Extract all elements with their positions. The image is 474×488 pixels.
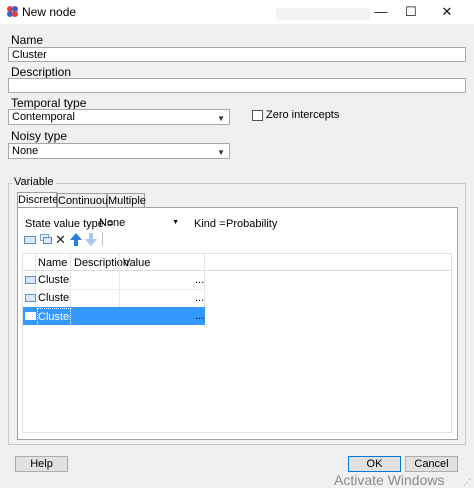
chevron-down-icon: ▼ — [217, 114, 225, 123]
name-label: Name — [11, 33, 44, 47]
kind-value: Probability — [226, 218, 278, 230]
state-icon — [25, 312, 36, 320]
row-value-button[interactable]: ... — [195, 289, 204, 307]
column-header-description[interactable]: Description — [74, 257, 129, 269]
app-icon — [7, 6, 18, 17]
move-down-icon[interactable] — [85, 233, 97, 246]
temporal-type-value: Contemporal — [12, 111, 75, 123]
chevron-down-icon: ▼ — [217, 148, 225, 157]
resize-grip-icon[interactable]: ⋰ — [463, 478, 471, 487]
help-button[interactable]: Help — [15, 456, 68, 472]
tab-discrete[interactable]: Discrete — [17, 192, 58, 208]
row-name[interactable]: Cluster1 — [38, 271, 70, 289]
zero-intercepts-label: Zero intercepts — [266, 109, 340, 121]
noisy-type-value: None — [12, 145, 39, 157]
minimize-button[interactable]: — — [366, 0, 396, 24]
name-field[interactable]: Cluster — [8, 47, 466, 62]
zero-intercepts-checkbox[interactable] — [252, 110, 263, 121]
delete-icon[interactable]: ✕ — [55, 232, 66, 248]
temporal-type-select[interactable]: Contemporal ▼ — [8, 109, 230, 125]
move-up-icon[interactable] — [70, 233, 82, 246]
copy-state-icon[interactable] — [40, 234, 52, 245]
row-value-button[interactable]: ... — [195, 307, 204, 325]
state-icon — [25, 294, 36, 302]
noisy-type-select[interactable]: None ▼ — [8, 143, 230, 159]
title-bar-blur — [276, 8, 370, 20]
maximize-button[interactable]: ☐ — [396, 0, 426, 24]
window-title: New node — [22, 5, 77, 19]
state-value-type-value: None — [99, 217, 126, 229]
description-field[interactable] — [8, 78, 466, 93]
column-header-name[interactable]: Name — [38, 257, 67, 269]
state-icon — [25, 276, 36, 284]
close-button[interactable]: ✕ — [432, 0, 462, 24]
cancel-button[interactable]: Cancel — [405, 456, 458, 472]
variable-group-label: Variable — [12, 176, 56, 188]
description-label: Description — [11, 65, 72, 79]
toolbar-separator — [102, 233, 103, 246]
column-header-value[interactable]: Value — [123, 257, 150, 269]
add-state-icon[interactable] — [24, 234, 36, 245]
row-name[interactable]: Cluster2 — [38, 289, 70, 307]
state-value-type-select[interactable]: None ▼ — [97, 216, 182, 230]
temporal-type-label: Temporal type — [11, 96, 87, 110]
row-name[interactable]: Cluster3 — [37, 308, 71, 326]
noisy-type-label: Noisy type — [11, 129, 68, 143]
chevron-down-icon: ▼ — [172, 219, 179, 226]
activate-windows-watermark: Activate Windows — [334, 472, 445, 488]
kind-label: Kind = — [194, 218, 226, 230]
tab-multiple[interactable]: Multiple — [107, 193, 146, 208]
ok-button[interactable]: OK — [348, 456, 401, 472]
tab-continuous[interactable]: Continuous — [57, 193, 114, 208]
row-value-button[interactable]: ... — [195, 271, 204, 289]
